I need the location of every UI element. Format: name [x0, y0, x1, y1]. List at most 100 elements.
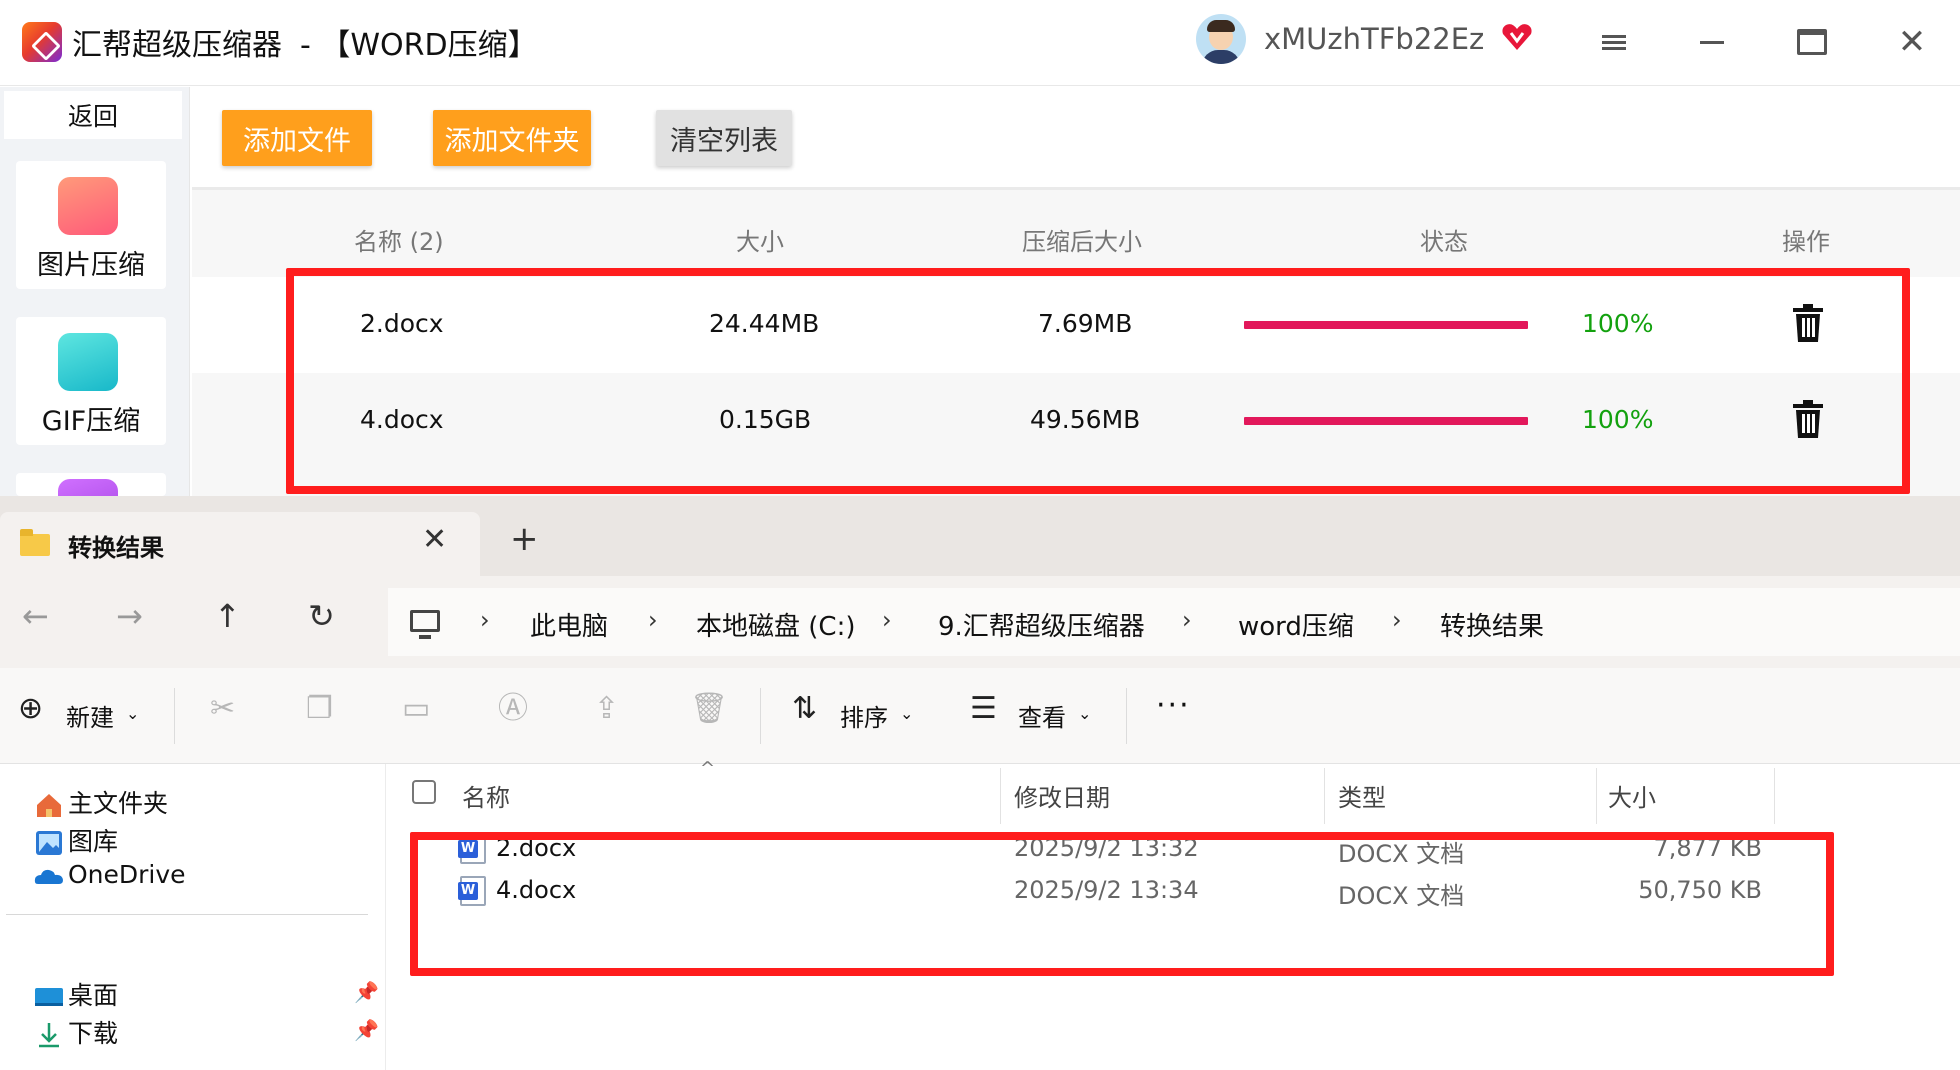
- file-size: 50,750 KB: [1638, 876, 1762, 904]
- chevron-down-icon[interactable]: ⌄: [126, 704, 139, 723]
- nav-item-label: 下载: [68, 1019, 119, 1048]
- app-logo-icon: [22, 22, 62, 62]
- chevron-right-icon[interactable]: ›: [882, 606, 892, 634]
- breadcrumb-current[interactable]: 转换结果: [1440, 606, 1544, 643]
- sort-up-icon: ^: [700, 758, 716, 779]
- status-percent: 100%: [1582, 405, 1654, 434]
- chevron-right-icon[interactable]: ›: [480, 606, 490, 634]
- table-row[interactable]: 2.docx 24.44MB 7.69MB 100%: [192, 277, 1960, 373]
- col-action-header: 操作: [1782, 228, 1830, 256]
- copy-icon[interactable]: ❐: [306, 694, 333, 724]
- list-item[interactable]: 4.docx 2025/9/2 13:34 DOCX 文档 50,750 KB: [388, 872, 1960, 912]
- nav-item-desktop[interactable]: 桌面: [34, 976, 118, 1012]
- tab-bar: 转换结果 ✕ +: [0, 496, 1960, 576]
- sidebar-item-label: GIF压缩: [41, 406, 141, 437]
- minimize-icon[interactable]: [1690, 22, 1734, 62]
- sort-button[interactable]: 排序: [840, 698, 888, 733]
- address-bar[interactable]: › 此电脑 › 本地磁盘 (C:) › 9.汇帮超级压缩器 › word压缩 ›…: [388, 588, 1960, 656]
- back-button[interactable]: 返回: [4, 91, 182, 139]
- chevron-down-icon[interactable]: ⌄: [900, 704, 913, 723]
- breadcrumb-word-folder[interactable]: word压缩: [1238, 606, 1354, 643]
- col-name-header[interactable]: 名称: [462, 778, 510, 813]
- delete-icon[interactable]: [1792, 303, 1824, 343]
- nav-item-gallery[interactable]: 图库: [34, 822, 118, 858]
- nav-item-downloads[interactable]: 下载: [34, 1014, 118, 1050]
- table-row[interactable]: 4.docx 0.15GB 49.56MB 100%: [192, 373, 1960, 469]
- file-modified: 2025/9/2 13:34: [1014, 876, 1199, 904]
- status-percent: 100%: [1582, 309, 1654, 338]
- pin-icon[interactable]: 📌: [354, 980, 379, 1004]
- col-modified-header[interactable]: 修改日期: [1014, 778, 1110, 813]
- chevron-right-icon[interactable]: ›: [648, 606, 658, 634]
- col-size-header[interactable]: 大小: [1608, 778, 1656, 813]
- close-icon[interactable]: ✕: [1890, 22, 1934, 62]
- sort-icon[interactable]: ⇅: [792, 694, 817, 724]
- view-button[interactable]: 查看: [1018, 698, 1066, 733]
- file-name: 2.docx: [496, 834, 577, 862]
- main-panel: 添加文件 添加文件夹 清空列表 名称 (2) 大小 压缩后大小 状态 操作 2.…: [192, 87, 1960, 496]
- menu-icon[interactable]: [1592, 22, 1636, 62]
- col-name-header[interactable]: 名称 (2): [354, 222, 444, 257]
- view-icon[interactable]: ☰: [970, 694, 997, 724]
- compressed-size: 49.56MB: [1030, 405, 1141, 434]
- sidebar: 返回 图片压缩 GIF压缩: [0, 87, 190, 496]
- sidebar-item-partial[interactable]: [16, 473, 166, 496]
- gif-compress-icon: [58, 333, 118, 391]
- refresh-icon[interactable]: ↻: [308, 600, 335, 632]
- add-folder-button[interactable]: 添加文件夹: [433, 110, 591, 166]
- image-compress-icon: [58, 177, 118, 235]
- file-table: 名称 (2) 大小 压缩后大小 状态 操作 2.docx 24.44MB 7.6…: [192, 187, 1960, 496]
- list-item[interactable]: 2.docx 2025/9/2 13:32 DOCX 文档 7,877 KB: [388, 830, 1960, 870]
- file-type: DOCX 文档: [1338, 882, 1465, 910]
- file-explorer: 转换结果 ✕ + ← → ↑ ↻ › 此电脑 › 本地磁盘 (C:) › 9.汇…: [0, 496, 1960, 1070]
- nav-item-home[interactable]: 主文件夹: [34, 784, 168, 820]
- clear-list-button[interactable]: 清空列表: [656, 110, 792, 166]
- delete-icon[interactable]: 🗑: [690, 694, 728, 724]
- chevron-right-icon[interactable]: ›: [1182, 606, 1192, 634]
- add-circle-icon[interactable]: ⊕: [18, 694, 43, 724]
- compress-tool-icon: [58, 479, 118, 496]
- delete-icon[interactable]: [1792, 399, 1824, 439]
- progress-bar: [1244, 321, 1528, 329]
- new-button[interactable]: 新建: [66, 698, 114, 733]
- breadcrumb-this-pc[interactable]: 此电脑: [530, 606, 608, 643]
- desktop-icon: [35, 988, 63, 1006]
- avatar[interactable]: [1196, 14, 1246, 64]
- table-header: 名称 (2) 大小 压缩后大小 状态 操作: [192, 187, 1960, 277]
- chevron-right-icon[interactable]: ›: [1392, 606, 1402, 634]
- select-all-checkbox[interactable]: [412, 780, 436, 804]
- file-name: 4.docx: [360, 405, 444, 434]
- nav-item-onedrive[interactable]: OneDrive: [34, 860, 186, 890]
- col-compressed-header[interactable]: 压缩后大小: [1022, 222, 1142, 257]
- compressor-app: 汇帮超级压缩器 - 【WORD压缩】 xMUzhTFb22Ez ✕ 返回 图片压缩…: [0, 0, 1960, 496]
- maximize-icon[interactable]: [1790, 22, 1834, 62]
- tab-conversion-result[interactable]: 转换结果 ✕: [0, 512, 480, 576]
- close-tab-icon[interactable]: ✕: [422, 522, 447, 557]
- sidebar-item-image-compress[interactable]: 图片压缩: [16, 161, 166, 289]
- folder-icon: [20, 529, 50, 556]
- forward-arrow-icon[interactable]: →: [116, 600, 143, 632]
- onedrive-icon: [34, 869, 63, 884]
- add-file-button[interactable]: 添加文件: [222, 110, 372, 166]
- back-arrow-icon[interactable]: ←: [22, 600, 49, 632]
- sidebar-item-gif-compress[interactable]: GIF压缩: [16, 317, 166, 445]
- username[interactable]: xMUzhTFb22Ez: [1264, 22, 1484, 56]
- more-options-icon[interactable]: ···: [1156, 688, 1191, 723]
- up-arrow-icon[interactable]: ↑: [214, 600, 241, 632]
- share-icon[interactable]: ⇪: [594, 694, 619, 724]
- paste-icon[interactable]: ▭: [402, 694, 430, 724]
- chevron-down-icon[interactable]: ⌄: [1078, 704, 1091, 723]
- cut-icon[interactable]: ✂: [210, 694, 235, 724]
- vip-heart-icon[interactable]: [1500, 20, 1534, 54]
- rename-icon[interactable]: Ⓐ: [498, 694, 528, 724]
- col-type-header[interactable]: 类型: [1338, 778, 1386, 813]
- col-size-header[interactable]: 大小: [736, 222, 784, 257]
- new-tab-icon[interactable]: +: [510, 522, 539, 556]
- home-icon: [37, 794, 61, 817]
- word-document-icon: [458, 834, 486, 864]
- col-status-header[interactable]: 状态: [1420, 222, 1468, 257]
- this-pc-icon: [410, 610, 440, 639]
- pin-icon[interactable]: 📌: [354, 1018, 379, 1042]
- breadcrumb-local-disk[interactable]: 本地磁盘 (C:): [696, 606, 855, 643]
- breadcrumb-app-folder[interactable]: 9.汇帮超级压缩器: [938, 606, 1145, 643]
